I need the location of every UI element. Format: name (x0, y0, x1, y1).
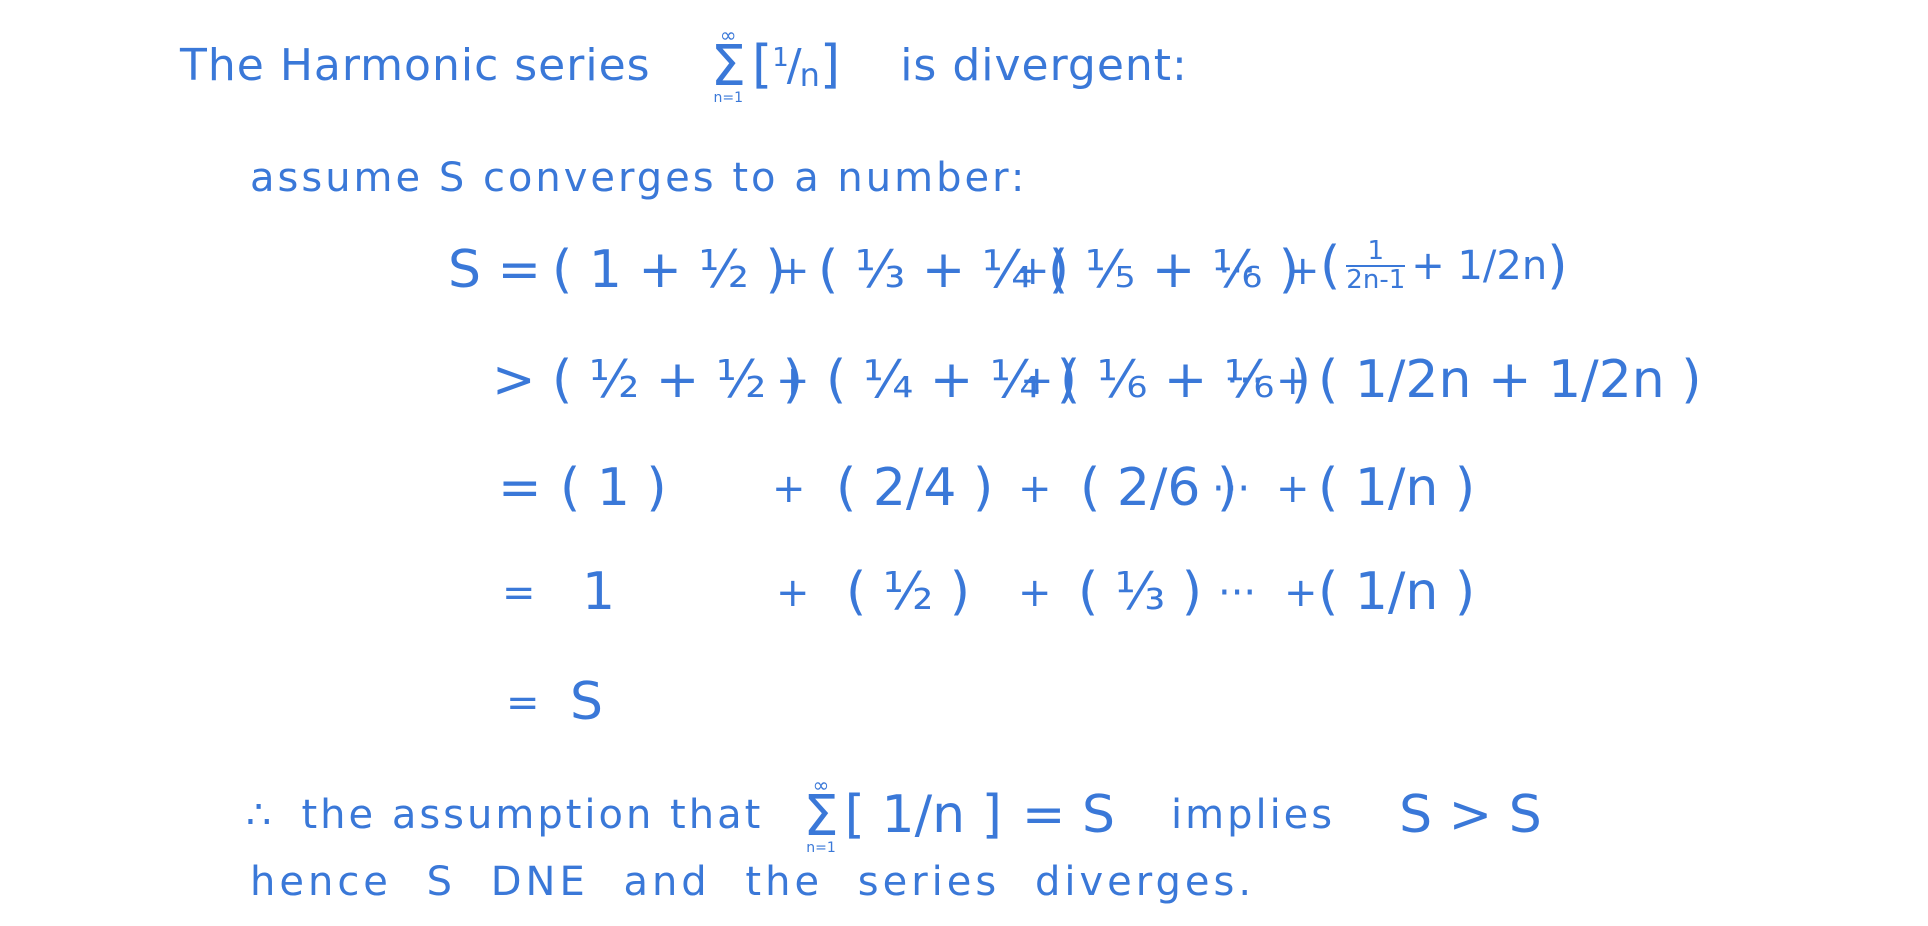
row1-dots: ··· (1218, 248, 1257, 294)
row4-group1: 1 (582, 562, 616, 622)
row1-group3: ( ⅕ + ⅙ ) (1048, 240, 1300, 300)
sum-lower-limit: n=1 (713, 90, 744, 106)
row1-group4-close: ) (1547, 236, 1568, 296)
row2-plus3: + (1276, 358, 1310, 404)
conclusion-text: the assumption that (301, 792, 764, 838)
row2-plus2: + (1020, 358, 1054, 404)
row1-group4: ( 1 2n-1 + 1/2n ) (1320, 236, 1568, 296)
row1-plus2: + (1016, 248, 1050, 294)
row4-plus2: + (1018, 570, 1052, 616)
row3-group1: ( 1 ) (560, 458, 667, 518)
row1-lhs: S = (448, 240, 542, 300)
row2-dots: ··· (1226, 358, 1265, 404)
row3-plus1: + (772, 466, 806, 512)
implies-text: implies (1170, 792, 1336, 838)
row4-lhs: = (502, 570, 536, 616)
row5-lhs: = (506, 680, 540, 726)
conclusion-line-2: hence S DNE and the series diverges. (250, 852, 1255, 912)
row2-group1: ( ½ + ½ ) (552, 350, 804, 410)
sigma-icon: Σ (710, 34, 746, 99)
row3-plus2: + (1018, 466, 1052, 512)
row1-plus1: + (776, 248, 810, 294)
row4-group3: ( ⅓ ) (1078, 562, 1203, 622)
row1-group4-rest: + 1/2n (1411, 243, 1548, 289)
heading-suffix: is divergent: (900, 39, 1188, 91)
row1-plus3: + (1286, 248, 1320, 294)
fraction-numerator: 1 (1367, 235, 1385, 266)
assume-line: assume S converges to a number: (250, 148, 1027, 208)
conclusion-line-1: ∴ the assumption that ∞ Σ n=1 [ 1/n ] = … (246, 770, 1542, 860)
row2-group3: ( ⅙ + ⅙ ) (1060, 350, 1312, 410)
conclusion-sum-symbol: ∞ Σ n=1 (803, 775, 838, 855)
bracket-open: [ (751, 35, 773, 95)
row4-group4: ( 1/n ) (1318, 562, 1476, 622)
contradiction-result: S > S (1399, 785, 1542, 845)
sum-symbol: ∞ Σ n=1 (711, 25, 746, 105)
row2-plus1: + (776, 358, 810, 404)
term-numerator: 1 (772, 42, 789, 73)
row3-group2: ( 2/4 ) (836, 458, 994, 518)
row1-group1: ( 1 + ½ ) (552, 240, 786, 300)
fraction-denominator: 2n-1 (1346, 265, 1406, 295)
bracket-close: ] (819, 35, 841, 95)
row2-group4: ( 1/2n + 1/2n ) (1318, 350, 1702, 410)
assume-text: assume S converges to a number: (250, 155, 1028, 201)
term-fraction: 1 / n (772, 40, 820, 94)
row4-plus3: + (1284, 570, 1318, 616)
row3-lhs: = (498, 458, 542, 518)
row4-plus1: + (776, 570, 810, 616)
therefore-symbol: ∴ (246, 792, 272, 838)
row1-fraction-1-over-2n-1: 1 2n-1 (1346, 235, 1406, 295)
heading-line: The Harmonic series ∞ Σ n=1 [ 1 / n ] is… (180, 20, 1188, 110)
conclusion-equals-s: = S (1021, 785, 1115, 845)
term-denominator: n (799, 55, 820, 94)
row4-group2: ( ½ ) (846, 562, 971, 622)
row1-group4-open: ( (1320, 236, 1341, 296)
row3-dots: ··· (1212, 466, 1251, 512)
sigma-icon: Σ (803, 784, 839, 849)
row4-dots: ··· (1218, 570, 1257, 616)
row5-group1: S (570, 672, 604, 732)
row3-plus3: + (1276, 466, 1310, 512)
conclusion-term: [ 1/n ] (844, 785, 1002, 845)
heading-text: The Harmonic series (180, 39, 651, 91)
row2-lhs: > (492, 350, 536, 410)
hence-text: hence S DNE and the series diverges. (250, 859, 1256, 905)
row3-group4: ( 1/n ) (1318, 458, 1476, 518)
